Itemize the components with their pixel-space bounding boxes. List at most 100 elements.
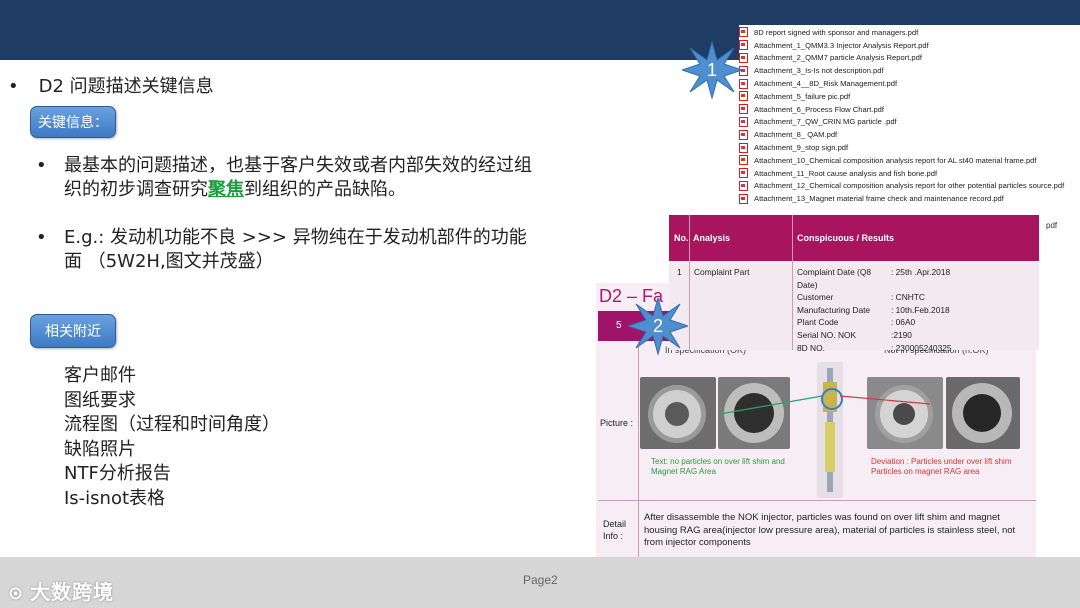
key-info-label: 关键信息： [30,106,116,138]
logo-mark: ⊙ [8,583,25,604]
table-field: Plant Code : 06A0 [797,316,1037,329]
bullet-problem-description: • 最基本的问题描述，也基于客户失效或者内部失效的经过组织的初步调查研究聚焦到组… [36,154,536,202]
file-item[interactable]: Attachment_10_Chemical composition analy… [739,154,1037,167]
col-no: No. [674,233,689,243]
divider [638,341,639,558]
pdf-icon [739,129,748,140]
table-field: Manufacturing Date : 10th.Feb.2018 [797,304,1037,317]
field-value: : 10th.Feb.2018 [891,304,950,315]
field-value: : 230005240325 [891,342,952,353]
field-key: Plant Code [797,317,839,328]
pdf-icon [739,27,748,38]
file-suffix: pdf [1046,221,1058,230]
injector-diagram [817,362,843,498]
brand-logo: ⊙ 大数跨境 [8,576,114,605]
caption-ok: Text: no particles on over lift shim and… [651,457,785,476]
detail-label: Detail Info : [603,519,627,541]
list-item: 缺陷照片 [64,438,136,460]
pdf-icon [739,180,748,191]
list-item: NTF分析报告 [64,463,171,484]
col-results: Conspicuous / Results [797,233,895,243]
field-key: Customer [797,292,834,303]
file-item[interactable]: Attachment_3_Is-Is not description.pdf [739,64,884,77]
connector-lines [719,395,931,415]
pdf-icon [739,142,748,153]
bullet-text: 最基本的问题描述，也基于客户失效或者内部失效的经过组织的初步调查研究聚焦到组织的… [64,154,536,202]
list-item: 流程图（过程和时间角度） [64,414,280,435]
file-name: Attachment_2_QMM7 particle Analysis Repo… [754,53,922,63]
callout-star-2: 2 [626,296,690,356]
table-field: Serial NO. NOK :2190 [797,329,1037,342]
file-name: Attachment_3_Is-Is not description.pdf [754,66,884,76]
bullet1-tail: 到组织的产品缺陷。 [244,179,406,200]
file-name: Attachment_5_failure pic.pdf [754,91,851,101]
bullet-dot: • [36,155,47,176]
field-value: : 06A0 [891,317,916,328]
file-item[interactable]: 8D report signed with sponsor and manage… [739,26,918,39]
caption-nok: Deviation : Particles under over lift sh… [871,457,1012,476]
file-name: Attachment_8_ QAM.pdf [754,130,838,140]
pdf-icon [739,116,748,127]
file-name: Attachment_10_Chemical composition analy… [754,155,1037,165]
table-field: 8D NO. : 230005240325 [797,342,1037,355]
related-label: 相关附近 [30,314,116,348]
pdf-icon [739,104,748,115]
bullet1-highlight: 聚焦 [208,179,244,200]
field-value: : 25th .Apr.2018 [891,267,951,277]
file-item[interactable]: Attachment_5_failure pic.pdf [739,90,850,103]
file-name: Attachment_7_QW_CRIN MG particle .pdf [754,117,897,127]
file-name: Attachment_13_Magnet material frame chec… [754,194,1004,204]
table-divider [689,215,690,350]
file-name: Attachment_11_Root cause analysis and fi… [754,168,938,178]
callout-star-1: 1 [680,40,744,100]
logo-text: 大数跨境 [30,580,115,604]
field-key: Manufacturing Date [797,304,871,315]
file-name: Attachment_1_QMM3.3 Injector Analysis Re… [754,40,929,50]
file-item[interactable]: Attachment_8_ QAM.pdf [739,128,837,141]
related-text: 相关附近 [45,324,101,340]
field-key: Serial NO. NOK [797,329,857,340]
title-code: D2 [38,76,64,97]
key-info-text: 关键信息： [38,115,108,131]
list-item: 图纸要求 [64,389,136,411]
bullet-dot: • [36,227,47,248]
title-text: 问题描述关键信息 [69,76,214,97]
field-value: :2190 [891,329,912,340]
title-bullet: • [8,76,19,97]
field-key: 8D NO. [797,342,825,353]
file-item[interactable]: Attachment_12_Chemical composition analy… [739,180,1064,193]
file-item[interactable]: Attachment_6_Process Flow Chart.pdf [739,103,884,116]
list-item: 客户邮件 [64,365,136,386]
file-item[interactable]: Attachment_2_QMM7 particle Analysis Repo… [739,52,922,65]
file-item[interactable]: Attachment_11_Root cause analysis and fi… [739,167,937,180]
table-divider [792,215,793,350]
table-field: Customer : CNHTC [797,291,1037,304]
col-analysis: Analysis [693,233,731,243]
file-item[interactable]: Attachment_7_QW_CRIN MG particle .pdf [739,116,897,129]
divider [598,500,1036,501]
file-item[interactable]: Attachment_4__8D_Risk Management.pdf [739,77,897,90]
file-item[interactable]: Attachment_9_stop sign.pdf [739,141,848,154]
row-results: Complaint Date (Q8 Date) : 25th .Apr.2018… [797,266,1037,354]
file-name: 8D report signed with sponsor and manage… [754,27,919,37]
slide-title: • D2 问题描述关键信息 [8,72,214,98]
bullet2-text: E.g.: 发动机功能不良 >>> 异物纯在于发动机部件的功能面 （5W2H,图… [64,227,527,272]
file-name: Attachment_4__8D_Risk Management.pdf [754,79,898,89]
field-key: Complaint Date (Q8 Date) [797,267,872,290]
row-analysis: Complaint Part [694,267,750,277]
bullet-example: • E.g.: 发动机功能不良 >>> 异物纯在于发动机部件的功能面 （5W2H… [36,226,536,274]
field-value: : CNHTC [891,292,925,303]
pdf-icon [739,155,748,166]
related-list: 客户邮件 图纸要求 流程图（过程和时间角度） 缺陷照片 NTF分析报告 Is-i… [64,364,280,511]
attachment-list: 8D report signed with sponsor and manage… [739,25,1080,215]
row-no: 1 [677,267,682,277]
table-field: Complaint Date (Q8 Date) : 25th .Apr.2018 [797,266,1037,291]
callout-number: 2 [652,315,663,336]
file-name: Attachment_12_Chemical composition analy… [754,181,1065,191]
sheet-bar-number: 5 [616,320,622,331]
detail-text: After disassemble the NOK injector, part… [644,512,1016,548]
pdf-icon [739,168,748,179]
file-item[interactable]: Attachment_13_Magnet material frame chec… [739,192,1004,205]
file-item[interactable]: Attachment_1_QMM3.3 Injector Analysis Re… [739,39,929,52]
file-name: Attachment_9_stop sign.pdf [754,143,849,153]
